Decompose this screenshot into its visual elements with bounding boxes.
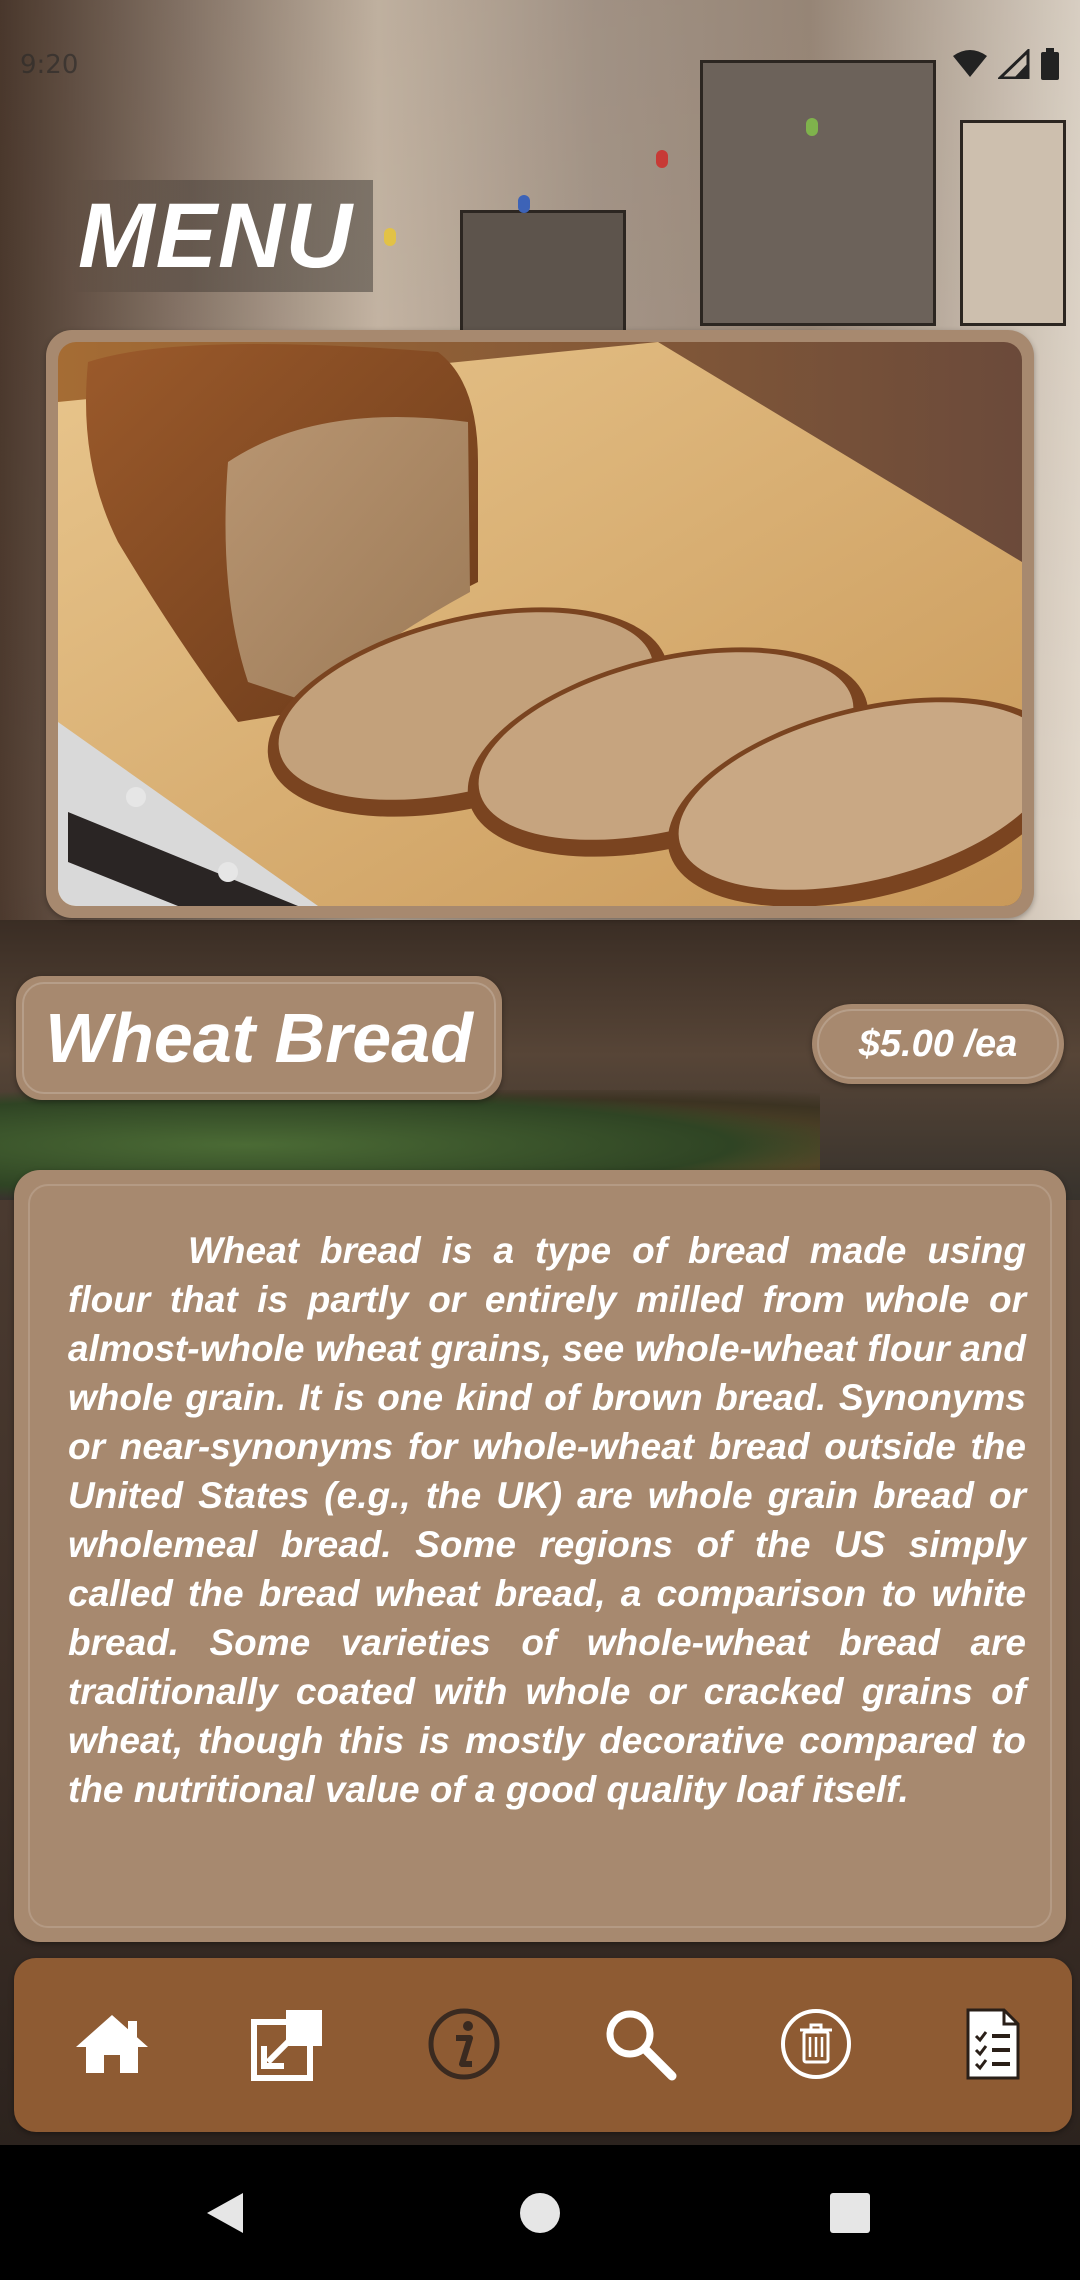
- info-icon: [426, 2006, 502, 2086]
- recents-button[interactable]: [820, 2185, 880, 2245]
- search-button[interactable]: [594, 2000, 686, 2092]
- recents-icon: [828, 2191, 872, 2239]
- navigation-bar: [0, 2145, 1080, 2280]
- product-image: [58, 342, 1022, 906]
- background-window: [700, 60, 936, 326]
- search-icon: [602, 2006, 678, 2086]
- item-name-pill: Wheat Bread: [16, 976, 502, 1100]
- item-price: $5.00 /ea: [858, 1023, 1018, 1065]
- delete-button[interactable]: [770, 2000, 862, 2092]
- background-balcony: [460, 210, 626, 336]
- home-button[interactable]: [66, 2000, 158, 2092]
- background-window: [960, 120, 1066, 326]
- wifi-icon: [952, 50, 988, 82]
- home-nav-button[interactable]: [510, 2185, 570, 2245]
- order-list-button[interactable]: [946, 2000, 1038, 2092]
- battery-icon: [1040, 48, 1060, 84]
- background-lamp: [806, 118, 818, 136]
- signal-icon: [996, 47, 1030, 83]
- item-description-card: Wheat bread is a type of bread made usin…: [14, 1170, 1066, 1942]
- product-image-card: [46, 330, 1034, 918]
- info-button[interactable]: [418, 2000, 510, 2092]
- status-time: 9:20: [20, 50, 79, 80]
- trash-icon: [778, 2006, 854, 2086]
- menu-title-banner: MENU: [70, 180, 373, 292]
- item-price-pill: $5.00 /ea: [812, 1004, 1064, 1084]
- status-bar: 9:20: [0, 0, 1080, 80]
- bottom-toolbar: [14, 1958, 1072, 2132]
- back-button[interactable]: [195, 2185, 255, 2245]
- background-lamp: [384, 228, 396, 246]
- home-icon: [74, 2011, 150, 2081]
- wheat-bread-photo: [58, 342, 1022, 906]
- page-title: MENU: [78, 185, 353, 287]
- item-description: Wheat bread is a type of bread made usin…: [68, 1230, 1026, 1810]
- background-lamp: [656, 150, 668, 168]
- home-circle-icon: [518, 2191, 562, 2239]
- open-external-icon: [250, 2006, 326, 2086]
- back-icon: [203, 2189, 247, 2241]
- status-icons: [952, 47, 1060, 84]
- background-lamp: [518, 195, 530, 213]
- open-external-button[interactable]: [242, 2000, 334, 2092]
- item-name: Wheat Bread: [45, 999, 473, 1077]
- checklist-icon: [954, 2006, 1030, 2086]
